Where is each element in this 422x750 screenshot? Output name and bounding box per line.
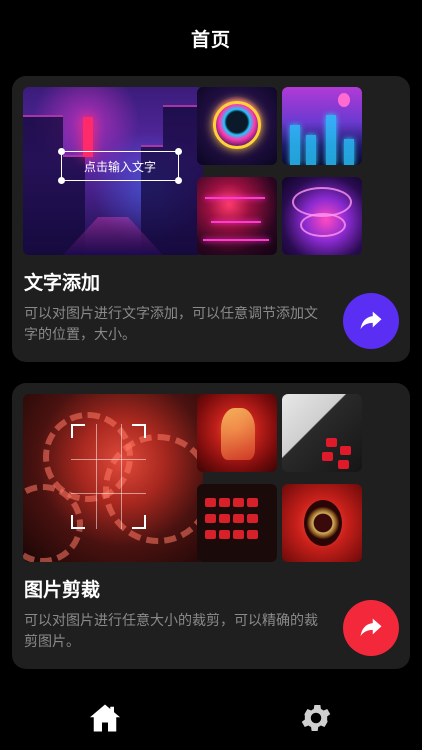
neon-street-image: 点击输入文字 [23, 87, 203, 255]
red-robot-image [197, 394, 277, 472]
text-overlay-label: 点击输入文字 [83, 159, 156, 174]
neon-ring-image [197, 87, 277, 165]
card-description: 可以对图片进行文字添加，可以任意调节添加文字的位置，大小。 [24, 306, 318, 343]
text-overlay-box: 点击输入文字 [58, 148, 182, 184]
crop-action-button[interactable] [343, 600, 399, 656]
text-add-card[interactable]: 点击输入文字 文字添加 可以对图片进行文字添加，可以任意调节添加文字的位置，大小… [12, 76, 410, 362]
tab-home[interactable] [85, 698, 125, 738]
home-icon [90, 704, 120, 732]
crop-card[interactable]: 图片剪裁 可以对图片进行任意大小的裁剪，可以精确的裁剪图片。 [12, 383, 410, 669]
neon-interior-image [282, 177, 362, 255]
card-description: 可以对图片进行任意大小的裁剪，可以精确的裁剪图片。 [24, 613, 318, 650]
tab-settings[interactable] [296, 698, 336, 738]
watch-image [282, 484, 362, 562]
share-arrow-icon [360, 618, 382, 637]
keyboard-image [282, 394, 362, 472]
card-title: 图片剪裁 [24, 579, 101, 601]
mechanical-keyboard-image [197, 484, 277, 562]
neon-skyline-image [282, 87, 362, 165]
share-arrow-icon [360, 311, 382, 330]
tab-bar [0, 690, 422, 750]
neon-alley-image [197, 177, 277, 255]
card-title: 文字添加 [24, 272, 101, 294]
gear-image [23, 394, 203, 562]
text-add-action-button[interactable] [343, 293, 399, 349]
crop-frame [71, 424, 146, 529]
page-title: 首页 [190, 28, 231, 51]
header: 首页 [0, 0, 422, 76]
gear-icon [301, 704, 331, 732]
